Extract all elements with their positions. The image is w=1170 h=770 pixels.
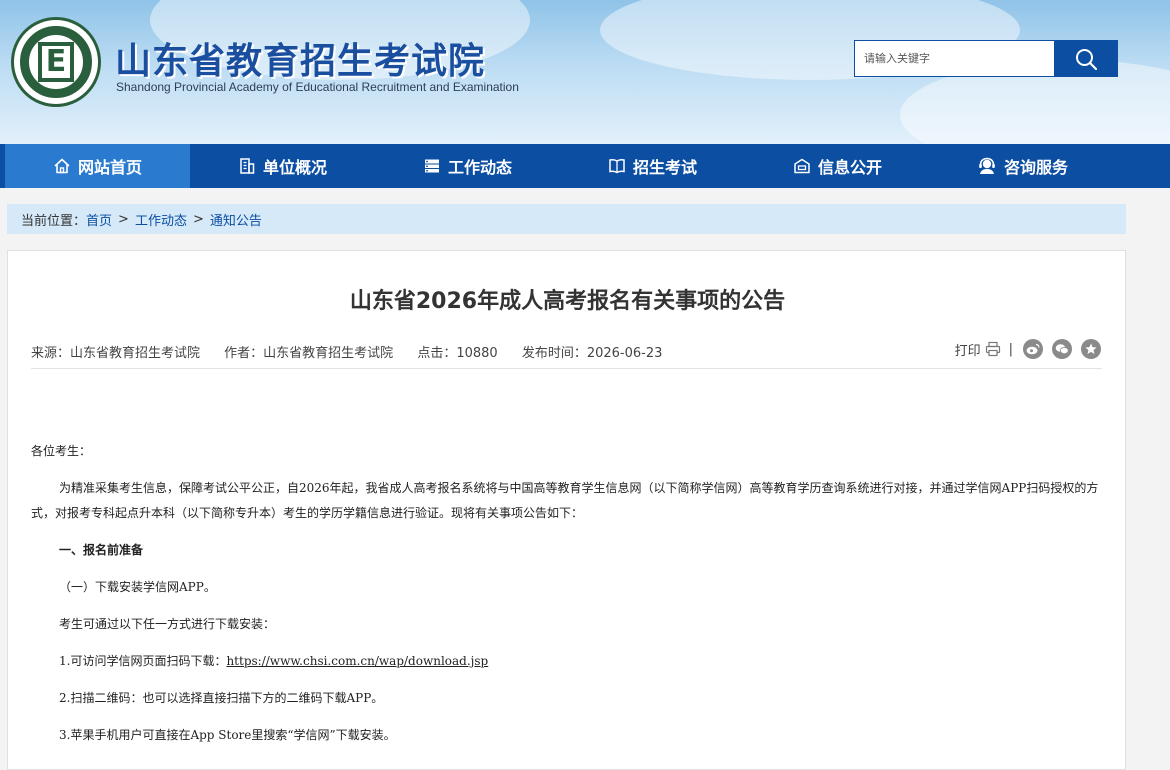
favorite-button[interactable] <box>1081 339 1101 359</box>
meta-author: 作者：山东省教育招生考试院 <box>224 346 394 361</box>
search-box <box>854 40 1118 77</box>
star-icon <box>1085 343 1097 354</box>
building-icon <box>240 158 255 174</box>
nav-item-home[interactable]: 网站首页 <box>5 144 190 188</box>
print-label[interactable]: 打印 <box>955 340 981 359</box>
article-greeting: 各位考生： <box>31 444 92 458</box>
nav-item-disclosure[interactable]: 信息公开 <box>745 144 930 188</box>
academy-logo[interactable]: E <box>11 17 101 107</box>
search-input[interactable] <box>854 40 1054 77</box>
nav-label: 咨询服务 <box>1003 158 1068 177</box>
breadcrumb-separator: > <box>118 211 129 227</box>
breadcrumb: 当前位置： 首页 > 工作动态 > 通知公告 <box>7 204 1126 234</box>
list-item-text: 1.可访问学信网页面扫码下载： <box>59 654 227 668</box>
search-button[interactable] <box>1054 40 1118 77</box>
tools-separator: | <box>1008 341 1013 357</box>
share-wechat-button[interactable] <box>1052 339 1072 359</box>
article-body: 各位考生： 为精准采集考生信息，保障考试公平公正，自2026年起，我省成人高考报… <box>31 439 1103 760</box>
site-header: E 山东省教育招生考试院 Shandong Provincial Academy… <box>0 0 1170 144</box>
list-item: 3.苹果手机用户可直接在App Store里搜索“学信网”下载安装。 <box>59 728 396 742</box>
site-subtitle: Shandong Provincial Academy of Education… <box>116 80 519 94</box>
article-paragraph: 考生可通过以下任一方式进行下载安装： <box>59 617 276 631</box>
info-icon <box>794 158 810 174</box>
search-icon <box>1076 48 1098 70</box>
nav-label: 招生考试 <box>632 158 697 177</box>
meta-clicks: 点击：10880 <box>417 346 498 361</box>
nav-label: 网站首页 <box>77 158 142 177</box>
main-nav: 网站首页 单位概况 工作动态 招生考试 信息公开 咨询服务 <box>0 144 1170 188</box>
article-title: 山东省2026年成人高考报名有关事项的公告 <box>349 289 786 314</box>
nav-item-overview[interactable]: 单位概况 <box>190 144 375 188</box>
article-panel: 山东省2026年成人高考报名有关事项的公告 来源：山东省教育招生考试院 作者：山… <box>7 250 1126 770</box>
home-icon <box>54 158 70 174</box>
nav-label: 信息公开 <box>817 158 882 177</box>
nav-item-news[interactable]: 工作动态 <box>375 144 560 188</box>
breadcrumb-notice-link[interactable]: 通知公告 <box>210 210 262 229</box>
breadcrumb-prefix: 当前位置： <box>21 213 87 229</box>
book-icon <box>609 159 625 174</box>
nav-item-consult[interactable]: 咨询服务 <box>930 144 1115 188</box>
section-heading: 一、报名前准备 <box>59 543 144 557</box>
breadcrumb-separator: > <box>192 211 204 227</box>
weibo-icon <box>1026 343 1040 355</box>
meta-divider <box>31 368 1102 369</box>
nav-label: 工作动态 <box>447 158 512 177</box>
nav-label: 单位概况 <box>262 158 327 177</box>
meta-source: 来源：山东省教育招生考试院 <box>31 346 201 361</box>
download-link[interactable]: https://www.chsi.com.cn/wap/download.jsp <box>226 654 488 668</box>
news-icon <box>424 159 439 173</box>
nav-item-admission[interactable]: 招生考试 <box>560 144 745 188</box>
breadcrumb-home-link[interactable]: 首页 <box>86 210 112 229</box>
headset-icon <box>979 157 995 174</box>
meta-date: 发布时间：2026-06-23 <box>521 346 663 361</box>
article-tools: 打印 | <box>955 339 1101 359</box>
list-item: 2.扫描二维码：也可以选择直接扫描下方的二维码下载APP。 <box>59 691 384 705</box>
wechat-icon <box>1055 344 1069 355</box>
subsection-heading: （一）下载安装学信网APP。 <box>59 580 216 594</box>
article-meta: 来源：山东省教育招生考试院 作者：山东省教育招生考试院 点击：10880 发布时… <box>31 342 682 361</box>
logo-letter: E <box>38 42 74 82</box>
list-item: 1.可访问学信网页面扫码下载：https://www.chsi.com.cn/w… <box>31 649 1103 674</box>
site-title[interactable]: 山东省教育招生考试院 <box>115 32 485 84</box>
article-intro: 为精准采集考生信息，保障考试公平公正，自2026年起，我省成人高考报名系统将与中… <box>31 481 1099 520</box>
breadcrumb-news-link[interactable]: 工作动态 <box>135 210 187 229</box>
share-weibo-button[interactable] <box>1023 339 1043 359</box>
printer-icon[interactable] <box>985 341 1001 357</box>
